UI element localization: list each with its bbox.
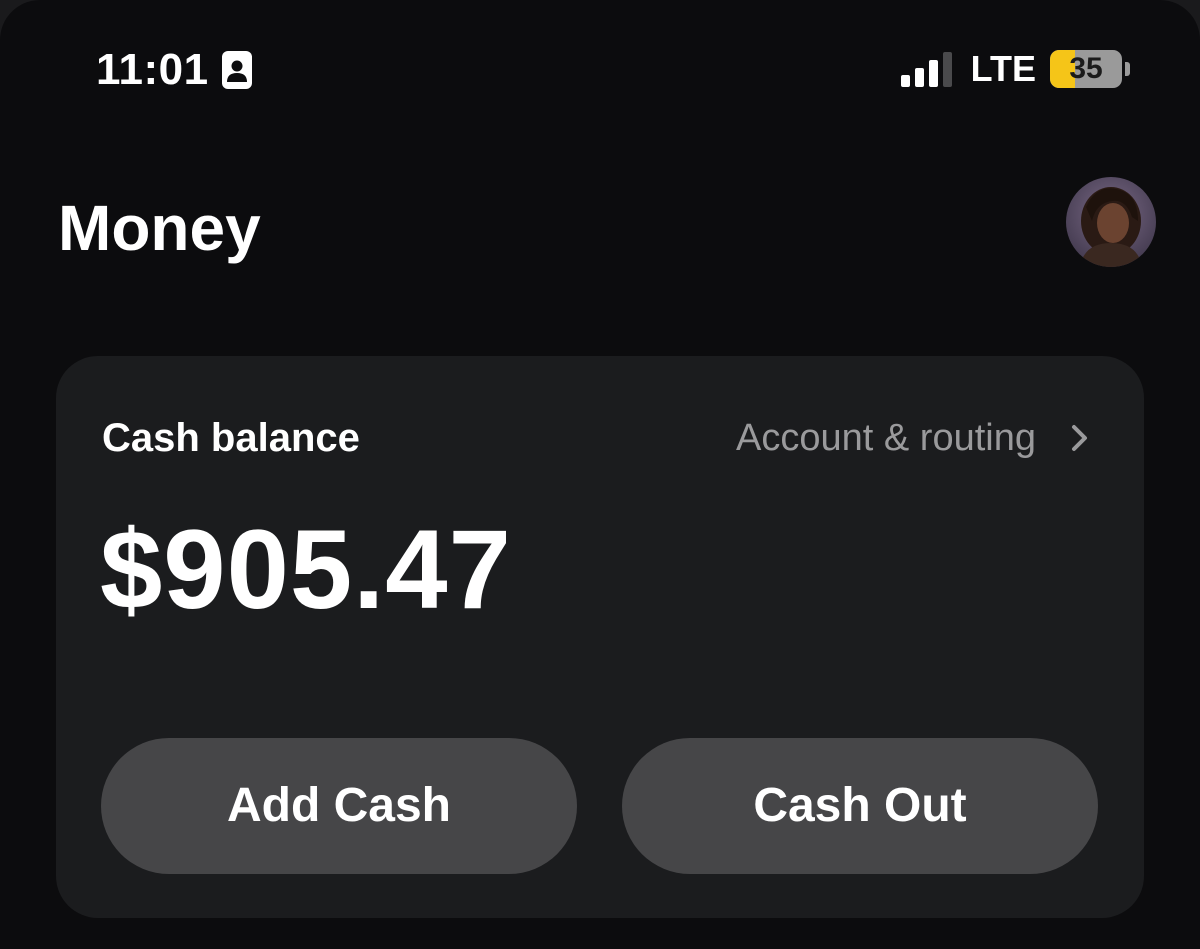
balance-amount: $905.47 xyxy=(100,507,512,632)
cellular-signal-icon xyxy=(900,52,952,87)
person-card-icon xyxy=(222,51,252,89)
battery-icon: 35 xyxy=(1050,50,1122,88)
status-indicators: LTE 35 xyxy=(900,46,1130,92)
account-routing-label: Account & routing xyxy=(736,417,1036,459)
cash-balance-label: Cash balance xyxy=(102,416,360,460)
battery-level: 35 xyxy=(1069,52,1103,85)
account-routing-link[interactable]: Account & routing xyxy=(736,414,1090,462)
money-screen: 11:01 LTE 35 Money Cash balance Account … xyxy=(0,0,1200,949)
cash-balance-card: Cash balance Account & routing $905.47 A… xyxy=(56,356,1144,918)
avatar-image xyxy=(1066,177,1156,267)
add-cash-button[interactable]: Add Cash xyxy=(101,738,577,874)
page-title: Money xyxy=(58,192,261,264)
profile-avatar[interactable] xyxy=(1066,177,1156,267)
cash-out-button[interactable]: Cash Out xyxy=(622,738,1098,874)
network-type: LTE xyxy=(970,48,1036,89)
chevron-right-icon xyxy=(1072,425,1087,451)
status-time: 11:01 xyxy=(96,45,209,94)
battery-tip xyxy=(1125,62,1130,76)
